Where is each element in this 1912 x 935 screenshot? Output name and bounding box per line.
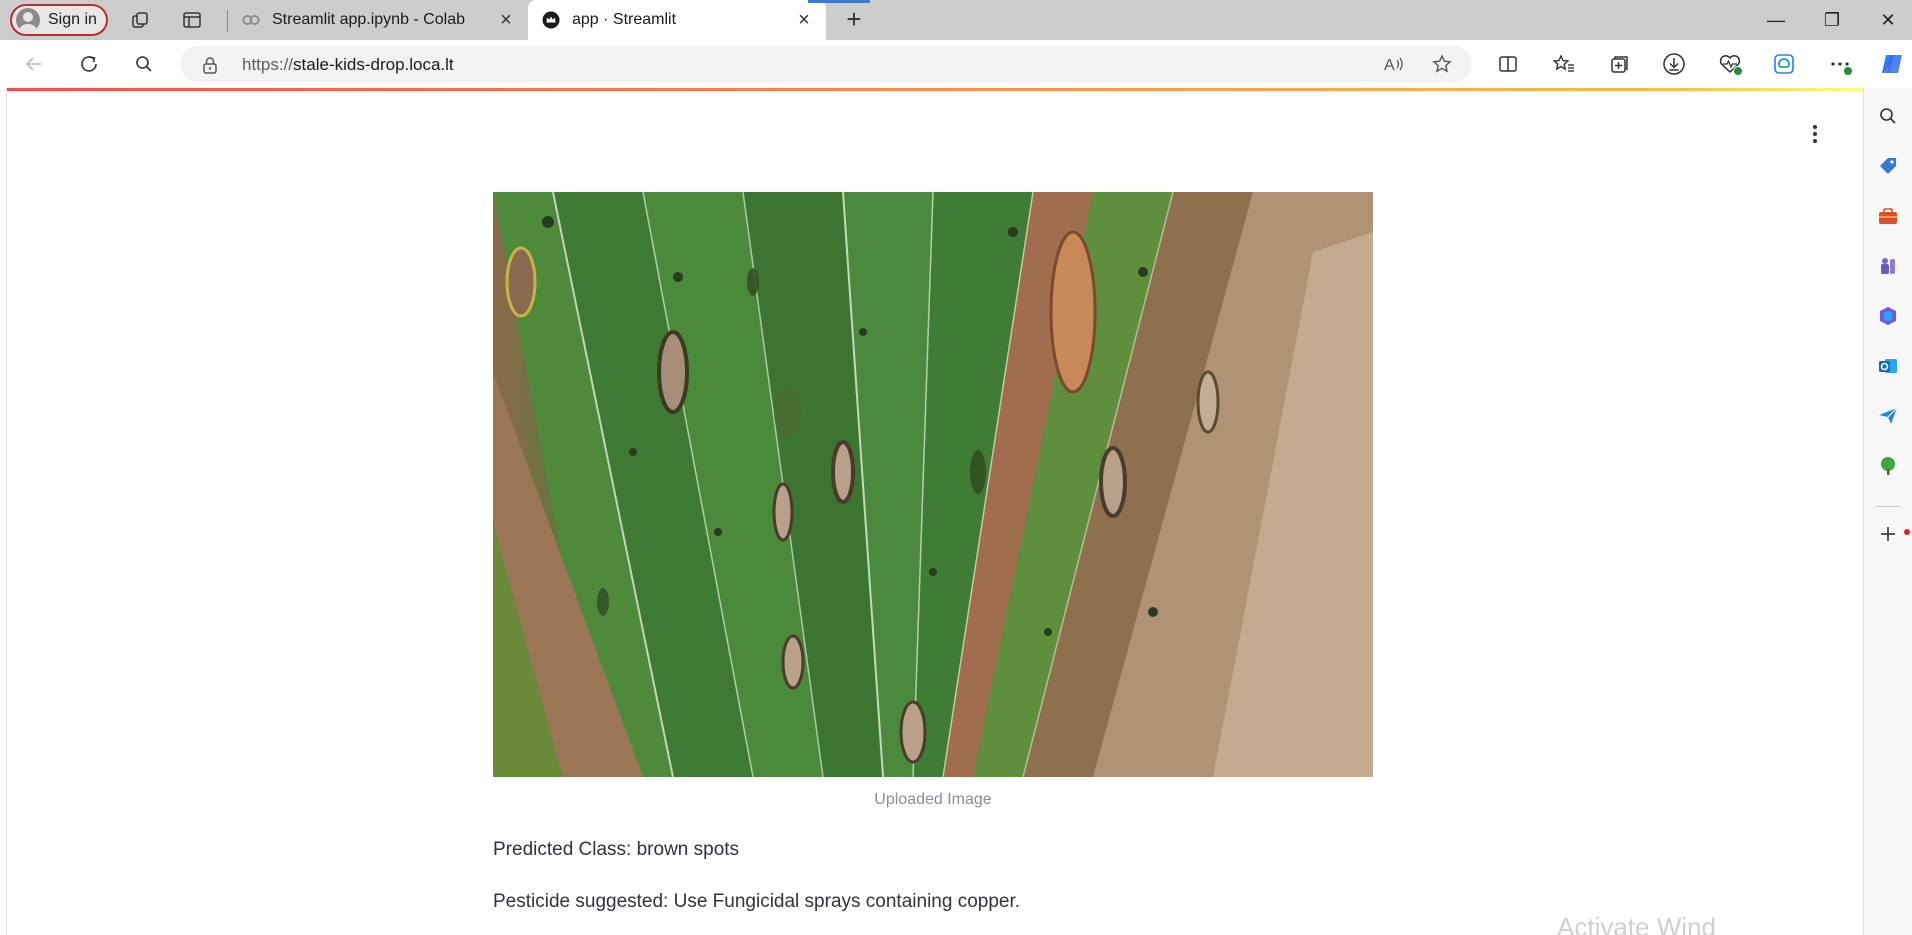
- address-bar[interactable]: https://stale-kids-drop.loca.lt A: [180, 46, 1472, 82]
- restore-button[interactable]: ❐: [1818, 6, 1846, 34]
- tab-colab[interactable]: Streamlit app.ipynb - Colab ×: [238, 0, 528, 40]
- pesticide-suggestion-text: Pesticide suggested: Use Fungicidal spra…: [493, 891, 1021, 912]
- minimize-button[interactable]: —: [1762, 6, 1790, 34]
- browser-toolbar: https://stale-kids-drop.loca.lt A: [0, 40, 1912, 88]
- predicted-class-text: Predicted Class: brown spots: [493, 839, 740, 860]
- settings-more-icon[interactable]: [1826, 50, 1854, 78]
- url-host: stale-kids-drop.loca.lt: [293, 55, 454, 74]
- streamlit-crown-favicon-icon: [542, 11, 560, 29]
- svg-text:A: A: [1384, 57, 1395, 74]
- close-window-button[interactable]: ✕: [1874, 6, 1902, 34]
- search-icon[interactable]: [130, 50, 158, 78]
- tab-close-icon[interactable]: ×: [496, 10, 516, 30]
- games-icon[interactable]: [1876, 254, 1900, 278]
- vertical-tabs-icon[interactable]: [180, 8, 204, 32]
- new-tab-button[interactable]: +: [840, 6, 868, 34]
- colab-favicon-icon: [242, 11, 260, 29]
- tab-loading-indicator: [808, 0, 870, 3]
- back-arrow-icon[interactable]: [20, 50, 48, 78]
- app-main-menu-kebab-icon[interactable]: [1803, 122, 1827, 146]
- add-icon[interactable]: [1876, 522, 1900, 546]
- search-icon[interactable]: [1876, 104, 1900, 128]
- streamlit-decoration-bar: [7, 88, 1863, 91]
- streamlit-app-viewport: Uploaded Image Predicted Class: brown sp…: [6, 88, 1864, 935]
- tag-icon[interactable]: [1876, 154, 1900, 178]
- edge-extension-icon[interactable]: [1770, 50, 1798, 78]
- edge-sidebar: [1864, 88, 1912, 935]
- main-block: Uploaded Image Predicted Class: brown sp…: [493, 192, 1373, 913]
- lock-icon[interactable]: [202, 56, 218, 79]
- refresh-icon[interactable]: [75, 50, 103, 78]
- url-scheme: https://: [242, 55, 294, 74]
- favorites-icon[interactable]: [1550, 50, 1578, 78]
- toolbox-icon[interactable]: [1876, 204, 1900, 228]
- sign-in-label: Sign in: [48, 11, 97, 28]
- workspaces-icon[interactable]: [128, 8, 152, 32]
- copilot-icon[interactable]: [1878, 50, 1906, 78]
- image-caption: Uploaded Image: [874, 791, 992, 808]
- tab-separator: [227, 10, 228, 32]
- favorite-star-icon[interactable]: [1430, 52, 1454, 76]
- office-icon[interactable]: [1876, 304, 1900, 328]
- collections-icon[interactable]: [1606, 50, 1634, 78]
- sidebar-divider: [1876, 506, 1900, 507]
- downloads-icon[interactable]: [1660, 50, 1688, 78]
- tab-close-icon[interactable]: ×: [794, 10, 814, 30]
- windows-activation-watermark: Activate Wind: [1557, 912, 1716, 935]
- split-screen-icon[interactable]: [1494, 50, 1522, 78]
- outlook-icon[interactable]: [1876, 354, 1900, 378]
- tab-title: app · Streamlit: [572, 11, 677, 28]
- profile-sign-in-button[interactable]: Sign in: [10, 4, 108, 36]
- send-icon[interactable]: [1876, 404, 1900, 428]
- profile-avatar-icon: [16, 8, 40, 32]
- status-badge: [1733, 66, 1743, 76]
- tab-strip: Sign in Streamlit app.ipynb - Colab × ap…: [0, 0, 1912, 40]
- uploaded-leaf-image: [493, 192, 1373, 777]
- tab-streamlit-app[interactable]: app · Streamlit ×: [528, 0, 870, 40]
- tab-title: Streamlit app.ipynb - Colab: [272, 11, 465, 28]
- browser-essentials-icon[interactable]: [1716, 50, 1744, 78]
- notification-dot: [1904, 529, 1910, 535]
- tree-icon[interactable]: [1876, 454, 1900, 478]
- url-text: https://stale-kids-drop.loca.lt: [242, 55, 454, 75]
- update-badge: [1843, 66, 1853, 76]
- read-aloud-icon[interactable]: A: [1382, 52, 1406, 76]
